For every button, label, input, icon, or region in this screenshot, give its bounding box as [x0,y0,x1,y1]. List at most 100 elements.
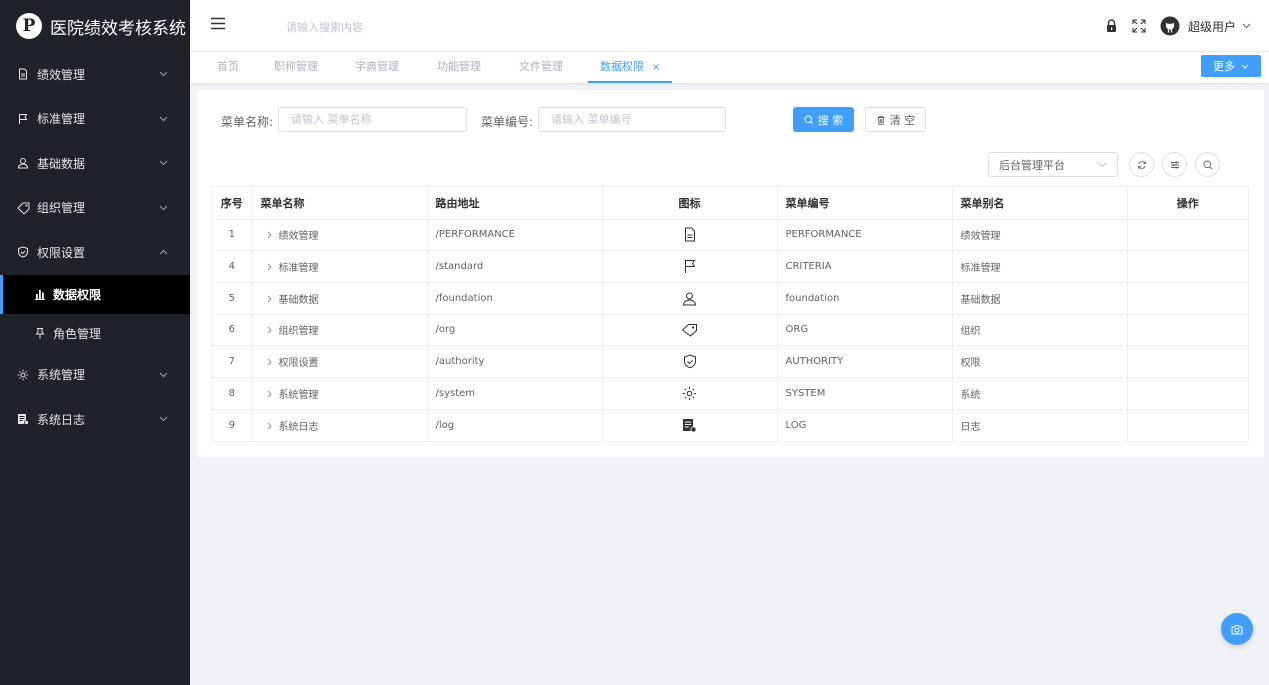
row-alias: 绩效管理 [952,219,1128,252]
tab-home[interactable]: 首页 [217,52,239,83]
chevron-up-icon [158,247,168,257]
expand-arrow-icon[interactable] [267,263,273,274]
sidebar-subitem-data-permission[interactable]: 数据权限 [0,274,190,314]
lock-icon[interactable] [1105,19,1118,33]
row-code: SYSTEM [777,377,953,410]
sidebar-item-performance[interactable]: 绩效管理 [0,52,190,97]
sidebar-item-system[interactable]: 系统管理 [0,353,190,398]
more-button[interactable]: 更多 [1201,55,1261,77]
log-icon [682,418,697,433]
row-route: /PERFORMANCE [427,219,603,252]
chevron-down-icon [1098,158,1107,171]
expand-arrow-icon[interactable] [267,326,273,337]
row-action [1127,219,1248,252]
screenshot-button[interactable] [1221,613,1253,645]
pin-icon [33,326,47,340]
tab-dictionary[interactable]: 字典管理 [355,52,399,83]
table-row: 8 系统管理 /system SYSTEM 系统 [212,377,1248,410]
row-alias: 日志 [952,409,1128,441]
table-header-row: 序号 菜单名称 路由地址 图标 菜单编号 菜单别名 操作 [212,187,1248,220]
user-icon [16,156,30,170]
fullscreen-icon[interactable] [1132,19,1146,33]
refresh-button[interactable] [1129,152,1154,177]
row-code: LOG [777,409,953,441]
chevron-down-icon [158,414,168,424]
sidebar-item-log[interactable]: 系统日志 [0,397,190,442]
gear-icon [16,368,30,382]
row-name-cell: 绩效管理 [252,219,428,252]
row-name-cell: 基础数据 [252,282,428,315]
row-alias: 组织 [952,314,1128,347]
chevron-down-icon [158,69,168,79]
document-icon [683,227,697,242]
username[interactable]: 超级用户 [1188,18,1236,35]
row-name: 基础数据 [278,294,319,306]
expand-arrow-icon[interactable] [267,295,273,306]
chevron-down-icon[interactable] [1242,23,1251,29]
camera-icon [1231,624,1243,635]
expand-arrow-icon[interactable] [267,422,273,433]
tab-function[interactable]: 功能管理 [437,52,481,83]
sidebar-item-label: 基础数据 [37,156,86,171]
app-title: 医院绩效考核系统 [50,18,186,39]
table-row: 4 标准管理 /standard CRITERIA 标准管理 [212,250,1248,283]
menu-name-input[interactable] [278,107,467,132]
expand-arrow-icon[interactable] [267,231,273,242]
clear-button[interactable]: 清 空 [865,107,926,132]
search-button[interactable]: 搜 索 [793,107,854,132]
chevron-down-icon [158,158,168,168]
tag-icon [681,323,698,337]
top-header: 超级用户 [190,0,1269,52]
row-code: AUTHORITY [777,345,953,378]
table-row: 7 权限设置 /authority AUTHORITY 权限 [212,345,1248,378]
row-index: 9 [212,409,253,441]
table-row: 6 组织管理 /org ORG 组织 [212,314,1248,347]
row-route: /log [427,409,603,441]
pinterest-logo-icon: P [16,13,42,39]
row-icon-cell [602,377,778,410]
sidebar-item-org[interactable]: 组织管理 [0,186,190,231]
row-icon-cell [602,409,778,441]
sidebar-subitem-role[interactable]: 角色管理 [0,314,190,353]
sidebar-item-authority[interactable]: 权限设置 [0,230,190,275]
row-name: 组织管理 [278,326,319,338]
menu-code-input[interactable] [538,107,726,132]
menu-name-label: 菜单名称: [221,115,274,129]
main-card: 菜单名称: 菜单编号: 搜 索 清 空 后台管理平台 序号 菜单名称 [197,90,1264,457]
column-header: 图标 [602,187,778,220]
row-code: ORG [777,314,953,347]
row-action [1127,409,1248,441]
expand-arrow-icon[interactable] [267,390,273,401]
close-icon[interactable]: × [652,62,660,73]
row-alias: 权限 [952,345,1128,378]
platform-select[interactable]: 后台管理平台 [988,152,1118,177]
tab-file[interactable]: 文件管理 [519,52,563,83]
column-settings-button[interactable] [1162,152,1187,177]
row-name: 系统管理 [278,389,319,401]
row-action [1127,250,1248,283]
row-icon-cell [602,314,778,347]
brand: P 医院绩效考核系统 [0,0,190,52]
tab-data-permission[interactable]: 数据权限 × [588,52,673,83]
log-icon [16,412,30,426]
row-alias: 标准管理 [952,250,1128,283]
search-button-label: 搜 索 [817,113,844,127]
header-search-input[interactable] [286,17,546,37]
row-name-cell: 标准管理 [252,250,428,283]
toggle-search-button[interactable] [1195,152,1220,177]
menu-code-label: 菜单编号: [481,115,534,129]
row-name: 标准管理 [278,263,319,275]
tab-title-management[interactable]: 职称管理 [274,52,318,83]
sidebar-item-foundation[interactable]: 基础数据 [0,141,190,186]
sidebar-item-standard[interactable]: 标准管理 [0,97,190,142]
refresh-icon [1137,160,1147,170]
expand-arrow-icon[interactable] [267,358,273,369]
github-avatar-icon[interactable] [1160,16,1180,36]
sidebar-item-label: 组织管理 [37,201,86,216]
row-name-cell: 权限设置 [252,345,428,378]
search-icon [1203,160,1213,170]
row-route: /system [427,377,603,410]
platform-select-value: 后台管理平台 [999,158,1065,172]
shield-check-icon [683,354,697,369]
hamburger-menu-icon[interactable] [210,17,226,33]
